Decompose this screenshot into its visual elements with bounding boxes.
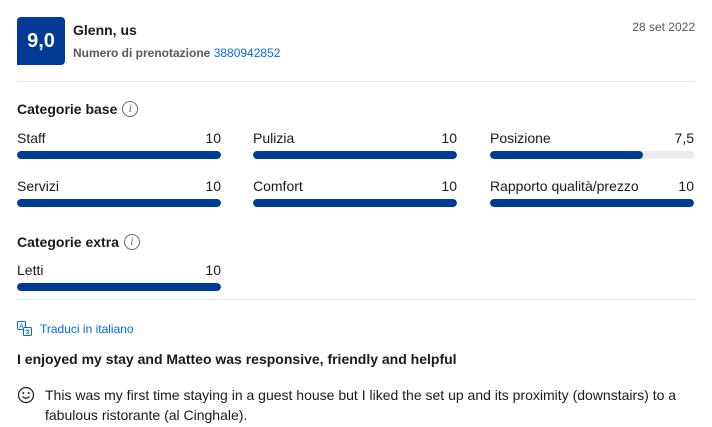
category-value: 10: [441, 178, 457, 194]
section-title-base: Categorie base i: [17, 101, 139, 117]
score-badge: 9,0: [17, 17, 65, 65]
category-pulizia: Pulizia 10: [253, 130, 457, 164]
translate-label: Traduci in italiano: [40, 321, 134, 336]
category-label: Staff: [17, 130, 46, 146]
section-title-extra: Categorie extra i: [17, 234, 140, 250]
section-title-base-label: Categorie base: [17, 101, 118, 117]
category-label: Posizione: [490, 130, 551, 146]
category-servizi: Servizi 10: [17, 178, 221, 212]
category-value: 10: [678, 178, 694, 194]
category-bar: [490, 199, 694, 207]
category-value: 10: [205, 130, 221, 146]
category-label: Rapporto qualità/prezzo: [490, 178, 639, 194]
review-positive: This was my first time staying in a gues…: [17, 385, 697, 425]
info-icon[interactable]: i: [123, 234, 140, 250]
reviewer-name: Glenn, us: [73, 22, 137, 38]
divider: [17, 299, 695, 300]
review-positive-text: This was my first time staying in a gues…: [45, 387, 677, 423]
booking-info: Numero di prenotazione 3880942852: [73, 46, 280, 60]
category-staff: Staff 10: [17, 130, 221, 164]
translate-icon: A: [17, 321, 32, 336]
smiley-icon: [17, 386, 35, 404]
category-value: 10: [205, 178, 221, 194]
review-title: I enjoyed my stay and Matteo was respons…: [17, 351, 457, 367]
category-bar: [17, 283, 221, 291]
divider: [17, 81, 695, 82]
category-label: Letti: [17, 262, 44, 278]
info-icon[interactable]: i: [122, 101, 139, 117]
category-posizione: Posizione 7,5: [490, 130, 694, 164]
category-bar: [490, 151, 694, 159]
category-label: Comfort: [253, 178, 303, 194]
translate-link[interactable]: A Traduci in italiano: [17, 321, 134, 336]
review-date: 28 set 2022: [632, 20, 695, 34]
category-bar: [17, 151, 221, 159]
review-header: 9,0 Glenn, us Numero di prenotazione 388…: [17, 17, 695, 65]
category-value: 10: [205, 262, 221, 278]
booking-number-link[interactable]: 3880942852: [214, 46, 281, 60]
category-label: Servizi: [17, 178, 60, 194]
category-value: 7,5: [674, 130, 694, 146]
category-bar-fill: [17, 151, 221, 159]
category-bar-fill: [17, 199, 221, 207]
category-letti: Letti 10: [17, 262, 221, 296]
category-comfort: Comfort 10: [253, 178, 457, 212]
category-value: 10: [441, 130, 457, 146]
category-bar-fill: [253, 151, 457, 159]
category-label: Pulizia: [253, 130, 295, 146]
category-bar-fill: [490, 151, 643, 159]
booking-label: Numero di prenotazione: [73, 46, 211, 60]
category-bar: [253, 199, 457, 207]
section-title-extra-label: Categorie extra: [17, 234, 119, 250]
category-bar-fill: [253, 199, 457, 207]
category-bar-fill: [490, 199, 694, 207]
category-bar: [17, 199, 221, 207]
category-rapporto-qualita-prezzo: Rapporto qualità/prezzo 10: [490, 178, 694, 212]
category-bar-fill: [17, 283, 221, 291]
category-bar: [253, 151, 457, 159]
